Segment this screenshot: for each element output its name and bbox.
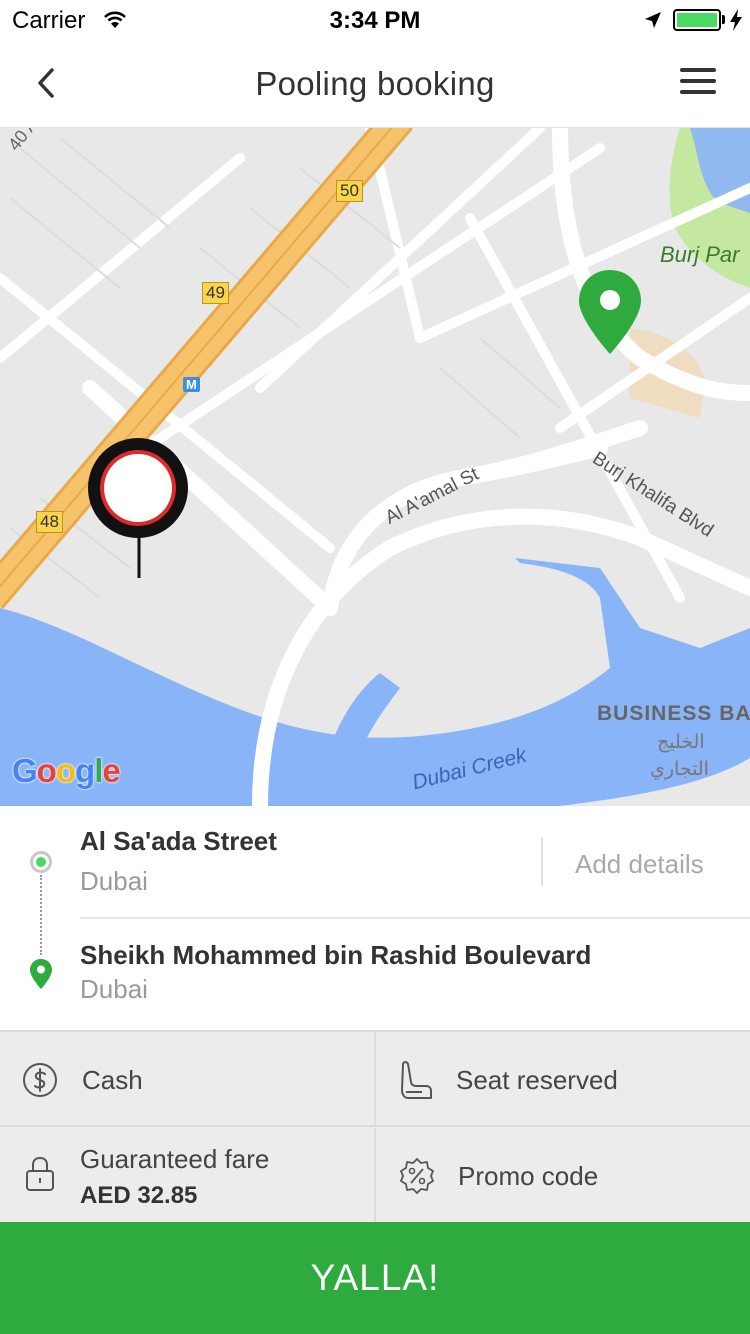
- status-bar: Carrier 3:34 PM: [0, 0, 750, 40]
- battery-nub: [722, 15, 725, 24]
- promo-code-button[interactable]: Promo code: [376, 1128, 750, 1223]
- exit-number-badge: 50: [336, 180, 363, 202]
- origin-dot-icon: [30, 851, 52, 873]
- destination-map-pin[interactable]: [577, 268, 643, 356]
- battery-icon: [673, 9, 721, 31]
- confirm-booking-button[interactable]: YALLA!: [0, 1222, 750, 1334]
- destination-city: Dubai: [80, 974, 148, 1004]
- pickup-map-pin[interactable]: [86, 436, 190, 581]
- promo-code-label: Promo code: [458, 1161, 599, 1191]
- hamburger-menu-icon: [680, 68, 720, 94]
- guaranteed-fare-label: Guaranteed fare: [80, 1144, 270, 1174]
- map-district-label-arabic: الخليج: [657, 732, 705, 753]
- menu-button[interactable]: [680, 68, 720, 100]
- exit-number-badge: 49: [202, 282, 229, 304]
- seat-option-label: Seat reserved: [456, 1065, 618, 1095]
- origin-city: Dubai: [80, 866, 148, 896]
- google-logo: Google: [12, 752, 121, 789]
- payment-method-label: Cash: [82, 1065, 143, 1095]
- fare-amount: AED 32.85: [80, 1182, 198, 1209]
- guaranteed-fare-info[interactable]: Guaranteed fare AED 32.85: [0, 1128, 376, 1223]
- charging-bolt-icon: [730, 9, 742, 31]
- map-area-label: Burj Par: [660, 242, 740, 267]
- seat-icon: [401, 1061, 432, 1099]
- divider: [80, 917, 750, 919]
- nav-bar: Pooling booking: [0, 40, 750, 128]
- destination-pin-icon: [30, 959, 52, 989]
- exit-number-badge: 48: [36, 511, 63, 533]
- origin-address[interactable]: Al Sa'ada Street: [80, 826, 277, 857]
- route-connector: [40, 875, 42, 955]
- metro-icon: M: [183, 377, 200, 392]
- map-district-label: BUSINESS BA: [597, 702, 750, 725]
- status-time: 3:34 PM: [329, 7, 421, 34]
- payment-method-button[interactable]: Cash: [0, 1032, 376, 1127]
- percent-badge-icon: [400, 1158, 434, 1194]
- booking-options: Cash Seat reserved Guaranteed fare AED 3…: [0, 1030, 750, 1223]
- seat-option-button[interactable]: Seat reserved: [376, 1032, 750, 1127]
- dollar-coin-icon: [23, 1063, 57, 1097]
- add-details-button[interactable]: Add details: [575, 849, 704, 880]
- divider: [541, 838, 543, 886]
- lock-icon: [26, 1156, 54, 1191]
- map-view[interactable]: 40 A 50 49 48 M Burj Par Al A'amal St Bu…: [0, 128, 750, 806]
- location-arrow-icon: [645, 12, 661, 28]
- map-district-label-arabic: التجاري: [650, 759, 709, 780]
- destination-address[interactable]: Sheikh Mohammed bin Rashid Boulevard: [80, 940, 591, 971]
- page-title: Pooling booking: [255, 65, 495, 102]
